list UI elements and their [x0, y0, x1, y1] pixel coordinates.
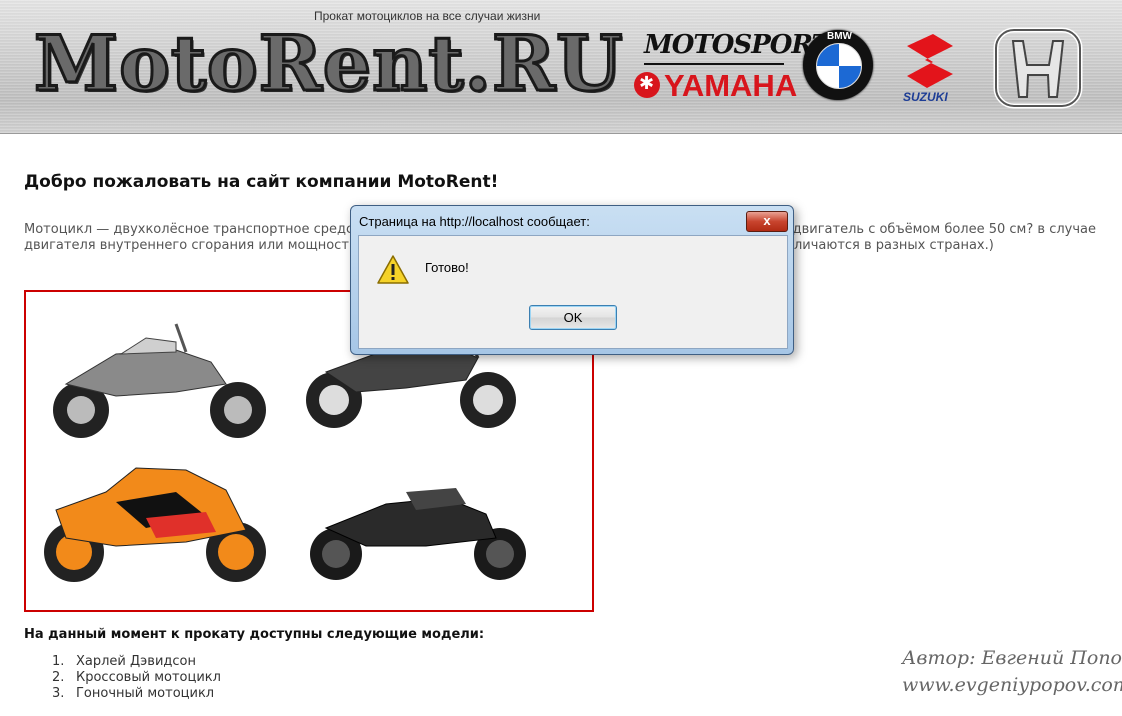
list-item-label: Харлей Дэвидсон — [76, 654, 197, 669]
brand-suzuki: SUZUKI — [903, 90, 948, 104]
brand-yamaha: YAMAHA — [664, 68, 798, 103]
list-item: 2. Кроссовый мотоцикл — [24, 670, 221, 686]
warning-icon — [377, 255, 409, 284]
suzuki-s-icon — [907, 34, 953, 88]
list-item-number: 1. — [52, 654, 65, 669]
site-logo[interactable]: MotoRent.RU — [32, 14, 623, 114]
list-item-number: 2. — [52, 670, 65, 685]
bmw-logo-icon: BMW — [803, 30, 873, 100]
list-item-label: Кроссовый мотоцикл — [76, 670, 221, 685]
page-title: Добро пожаловать на сайт компании MotoRe… — [24, 172, 499, 192]
models-list: 1. Харлей Дэвидсон 2. Кроссовый мотоцикл 3… — [24, 654, 221, 702]
list-item: 1. Харлей Дэвидсон — [24, 654, 196, 670]
models-heading: На данный момент к прокату доступны след… — [24, 627, 485, 642]
author-site-link[interactable]: www.evgeniypopov.com — [902, 674, 1122, 696]
list-item-label: Гоночный мотоцикл — [76, 686, 215, 701]
site-header: Прокат мотоциклов на все случаи жизни Mo… — [0, 0, 1122, 134]
list-item: 3. Гоночный мотоцикл — [24, 686, 214, 702]
alert-dialog: Страница на http://localhost сообщает: x… — [350, 205, 794, 355]
dialog-title: Страница на http://localhost сообщает: — [359, 214, 590, 229]
bmw-roundel — [816, 43, 862, 89]
close-button[interactable]: x — [746, 211, 788, 232]
brand-motosport: MOTOSPORT — [644, 30, 831, 60]
brand-bmw: BMW — [827, 31, 852, 42]
motorcycle-image-harley — [53, 323, 266, 438]
yamaha-emblem-icon — [634, 72, 660, 98]
dialog-body: Готово! OK — [358, 235, 788, 349]
ok-button[interactable]: OK — [529, 305, 617, 330]
dialog-message: Готово! — [425, 260, 469, 275]
motosport-underline — [644, 63, 784, 65]
motorcycle-image-racing — [44, 467, 266, 582]
motorcycle-image-naked — [310, 488, 526, 580]
author-signature: Автор: Евгений Попов — [902, 647, 1122, 669]
list-item-number: 3. — [52, 686, 65, 701]
honda-wing-icon — [993, 27, 1083, 109]
